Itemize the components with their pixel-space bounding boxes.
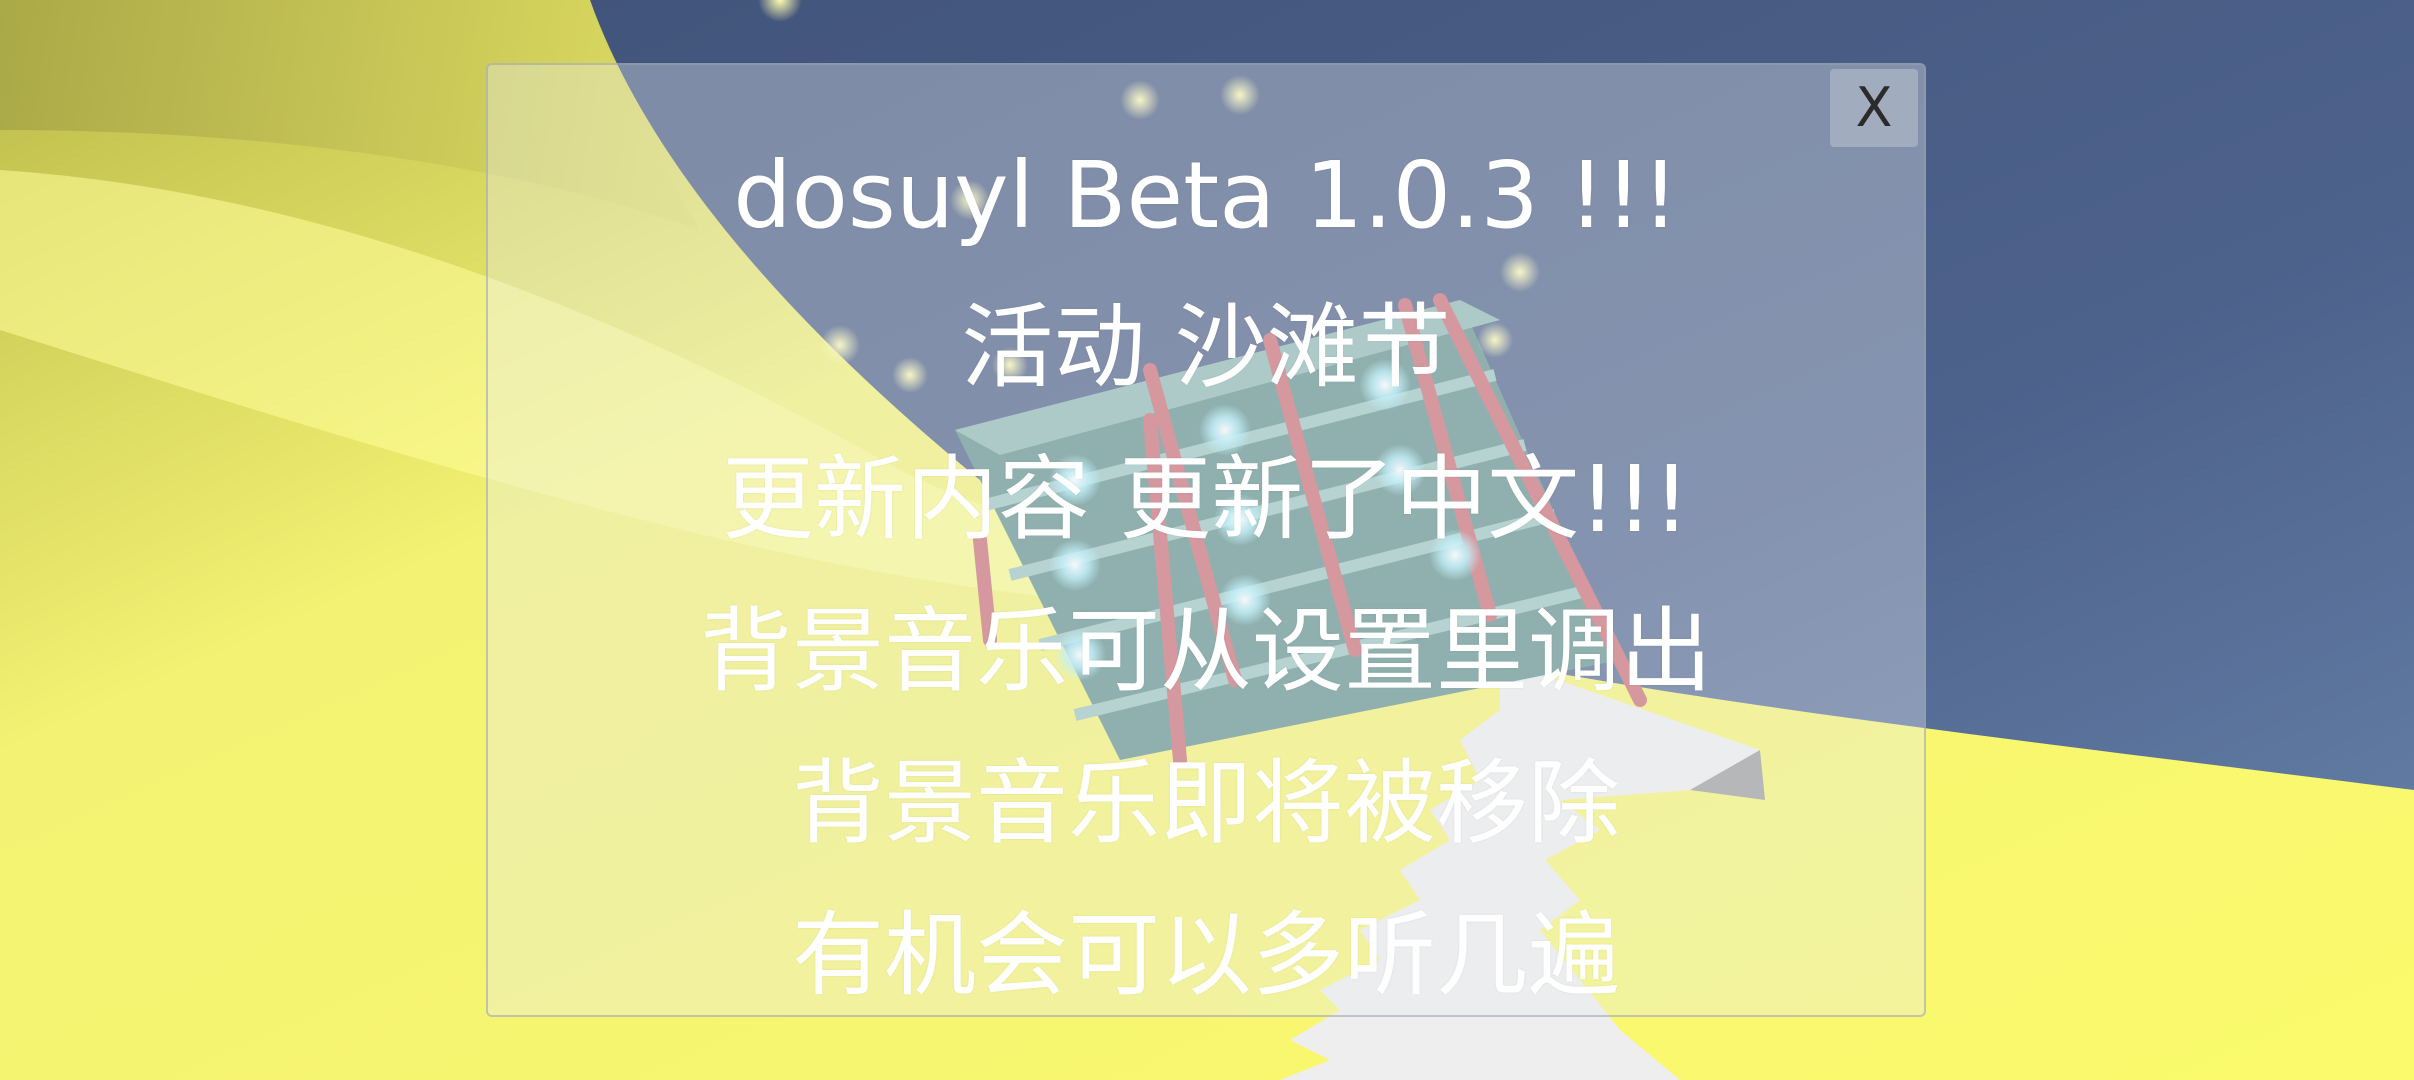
notice-line-event: 活动 沙滩节 xyxy=(961,294,1451,401)
notice-text: dosuyl Beta 1.0.3 !!! 活动 沙滩节 更新内容 更新了中文!… xyxy=(488,120,1924,1032)
update-notice-dialog: X dosuyl Beta 1.0.3 !!! 活动 沙滩节 更新内容 更新了中… xyxy=(486,63,1926,1017)
notice-line-music-removal: 背景音乐即将被移除 xyxy=(791,750,1620,857)
notice-line-update: 更新内容 更新了中文!!! xyxy=(722,446,1690,553)
notice-line-music-settings: 背景音乐可从设置里调出 xyxy=(699,598,1712,705)
notice-line-version: dosuyl Beta 1.0.3 !!! xyxy=(733,142,1679,249)
notice-line-listen-more: 有机会可以多听几遍 xyxy=(791,902,1620,1009)
game-screen: X dosuyl Beta 1.0.3 !!! 活动 沙滩节 更新内容 更新了中… xyxy=(0,0,2414,1080)
